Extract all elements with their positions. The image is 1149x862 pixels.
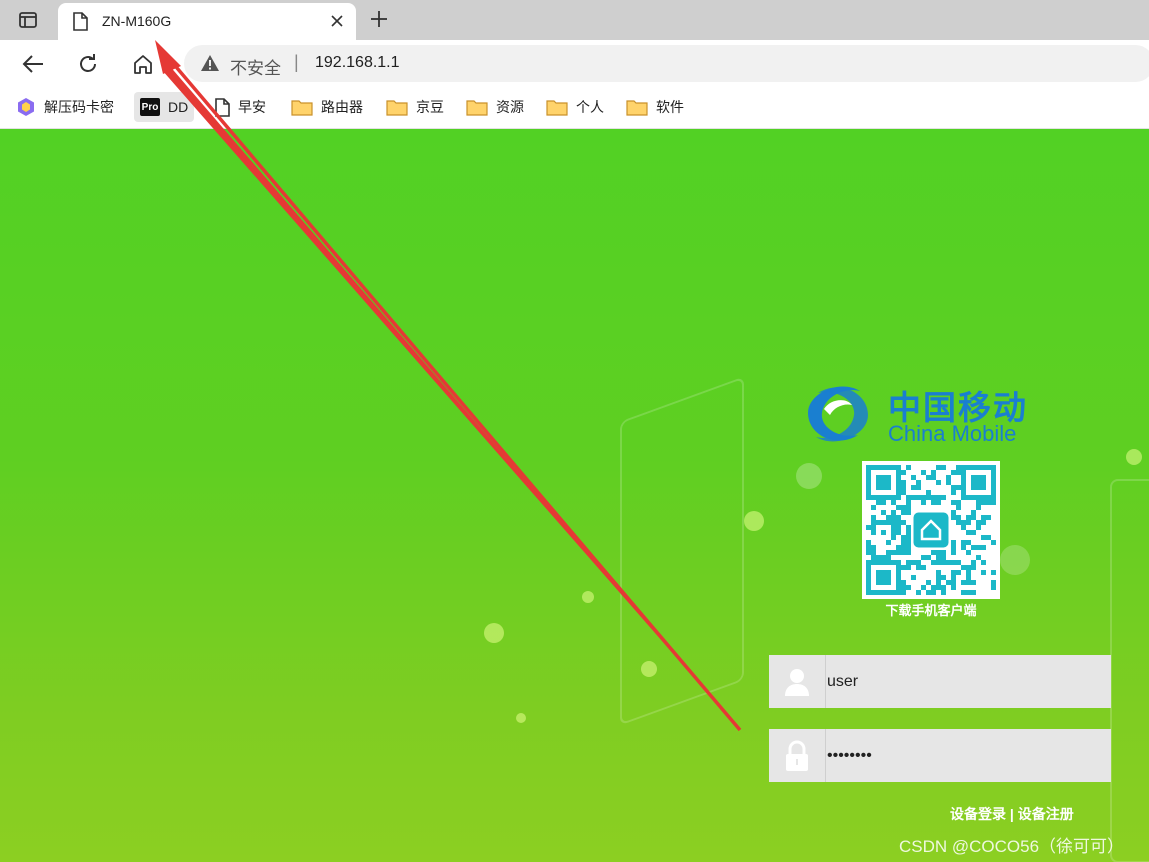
folder-icon [466,98,488,116]
bookmark-folder[interactable]: 个人 [546,92,604,122]
home-button[interactable] [127,48,159,80]
warning-icon [201,55,219,71]
brand-name-en: China Mobile [888,421,1017,446]
home-icon [134,55,152,74]
bookmark-item[interactable]: Pro DD [134,92,195,122]
bookmark-label: 资源 [496,99,524,115]
tab-bar: ZN-M160G [0,0,1149,40]
decorative-dot [516,713,526,723]
tab-actions-icon [19,12,37,28]
bookmark-label: 解压码卡密 [44,99,114,115]
reload-button[interactable] [72,48,104,80]
password-input[interactable] [827,729,1107,782]
browser-tab-active[interactable]: ZN-M160G [58,3,356,40]
tab-actions-button[interactable] [8,6,48,34]
bookmark-folder[interactable]: 软件 [626,92,684,122]
router-login-page: 中国移动 China Mobile 下载手机客户端 设备登录 | 设 [0,129,1149,862]
decorative-cloud-bubble [796,463,822,489]
gem-icon [16,97,36,117]
address-separator: | [294,52,299,72]
bookmark-label: 软件 [656,99,684,115]
address-url[interactable]: 192.168.1.1 [315,54,400,72]
folder-icon [626,98,648,116]
device-register-link[interactable]: 设备注册 [1018,806,1074,822]
bookmark-label: 个人 [576,99,604,115]
bookmark-folder[interactable]: 京豆 [386,92,444,122]
decorative-dot [1126,449,1142,465]
browser-toolbar: 不安全 | 192.168.1.1 [0,40,1149,86]
decorative-router-outline [1110,479,1149,862]
reload-icon [80,54,96,72]
decorative-dot [582,591,594,603]
bookmark-item[interactable]: 解压码卡密 [16,92,114,122]
china-mobile-logo: 中国移动 China Mobile [800,379,1040,449]
password-field [769,729,1111,782]
decorative-router-outline [620,376,744,726]
tab-title: ZN-M160G [102,13,172,29]
bookmark-label: 路由器 [321,99,363,115]
bookmark-folder[interactable]: 资源 [466,92,524,122]
decorative-dot [484,623,504,643]
username-field [769,655,1111,708]
folder-icon [386,98,408,116]
qr-code-icon [866,465,996,595]
links-separator: | [1009,806,1014,822]
new-tab-button[interactable] [366,6,392,32]
decorative-dot [744,511,764,531]
page-icon [214,97,230,117]
device-links: 设备登录 | 设备注册 [950,804,1074,824]
address-bar[interactable]: 不安全 | 192.168.1.1 [184,45,1149,82]
decorative-shield-bubble [1000,545,1030,575]
arrow-left-icon [22,55,43,73]
bookmark-label: DD [168,99,189,115]
qr-caption: 下载手机客户端 [885,603,977,618]
china-mobile-emblem-icon [808,386,868,442]
csdn-watermark: CSDN @COCO56（徐可可） [899,837,1125,856]
bookmark-label: 京豆 [416,99,444,115]
app-download-qr-code [862,461,1000,599]
security-label[interactable]: 不安全 [230,54,281,79]
bookmark-label: 早安 [238,99,266,115]
pro-icon: Pro [140,98,160,116]
bookmark-item[interactable]: 早安 [214,92,266,122]
username-input[interactable] [827,655,1107,708]
bookmarks-bar: 解压码卡密 Pro DD 早安 路由器 京豆 资源 个人 软件 [0,86,1149,129]
lock-icon [769,729,826,782]
bookmark-folder[interactable]: 路由器 [291,92,363,122]
tab-close-button[interactable] [326,10,348,32]
decorative-dot [641,661,657,677]
back-button[interactable] [17,48,49,80]
user-icon [769,655,826,708]
device-login-link[interactable]: 设备登录 [950,806,1006,822]
folder-icon [546,98,568,116]
close-icon [331,15,343,27]
folder-icon [291,98,313,116]
page-icon [73,12,88,31]
plus-icon [371,11,387,27]
